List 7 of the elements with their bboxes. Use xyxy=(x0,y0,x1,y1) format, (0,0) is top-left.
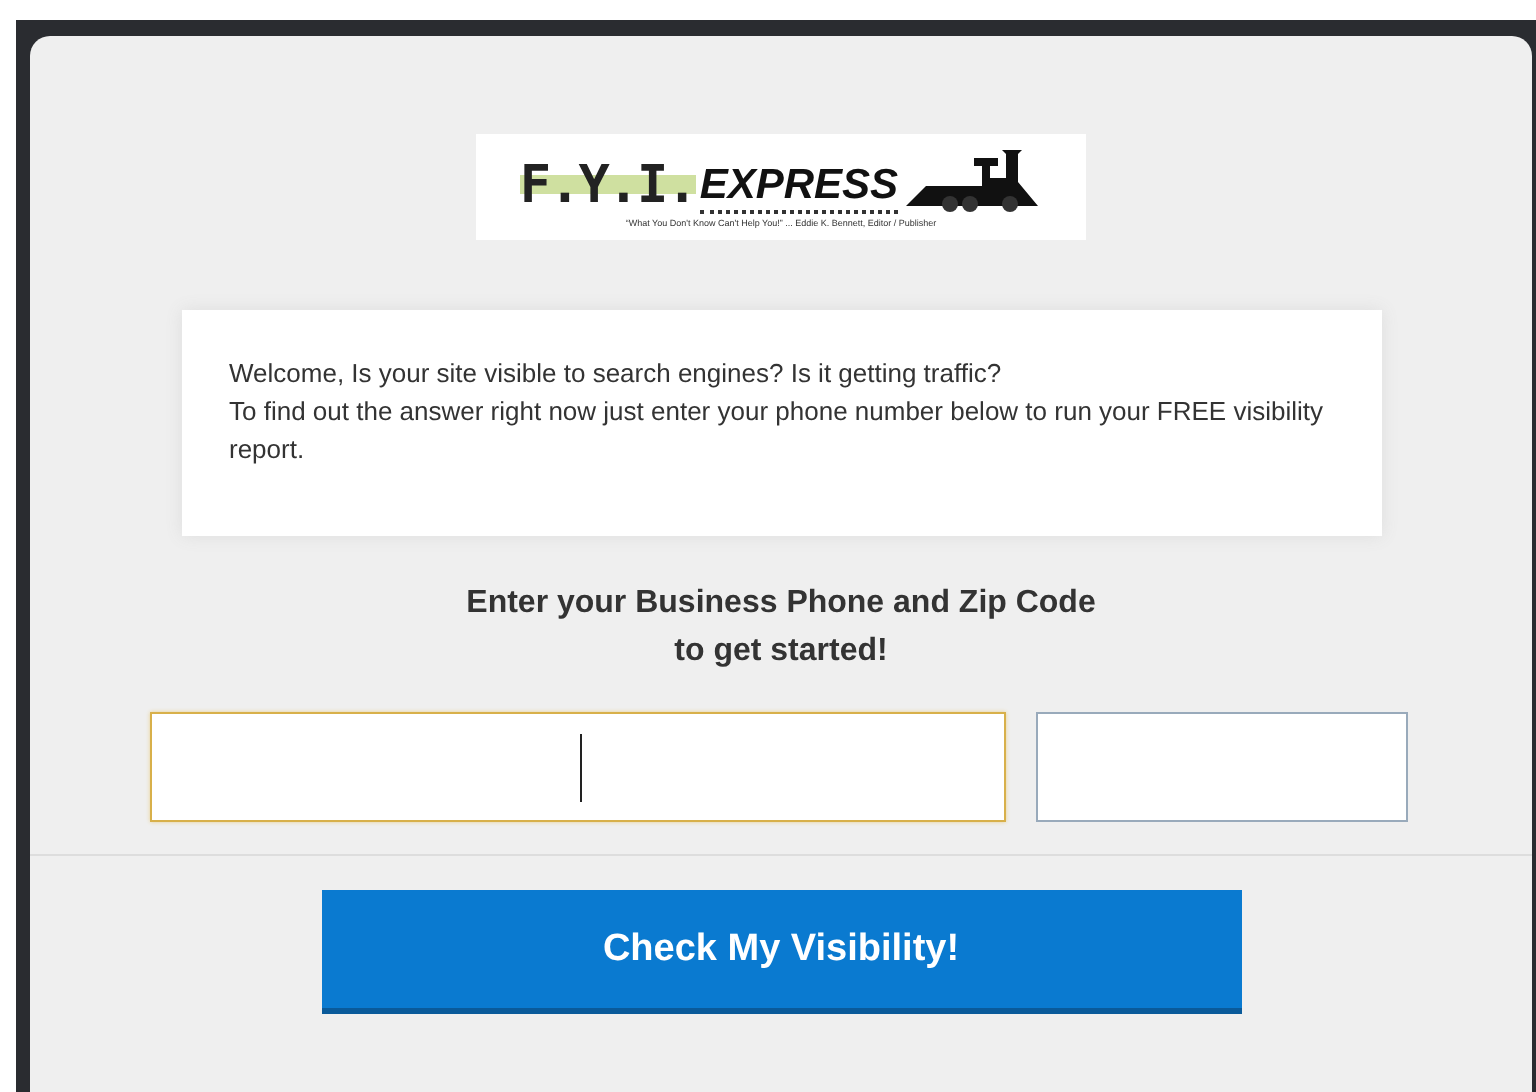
locomotive-icon xyxy=(902,146,1043,214)
phone-input-field[interactable] xyxy=(150,712,1006,822)
welcome-message: Welcome, Is your site visible to search engines? Is it getting traffic? To find out the answer right now just enter your phone number below to run your FREE visibility report. xyxy=(181,310,1381,536)
instruction-heading: Enter your Business Phone and Zip Code to get started! xyxy=(466,584,1096,672)
logo-word: EXPRESS xyxy=(699,162,899,214)
zip-input-field[interactable] xyxy=(1036,712,1408,822)
check-visibility-button[interactable]: Check My Visibility! xyxy=(321,890,1241,1014)
